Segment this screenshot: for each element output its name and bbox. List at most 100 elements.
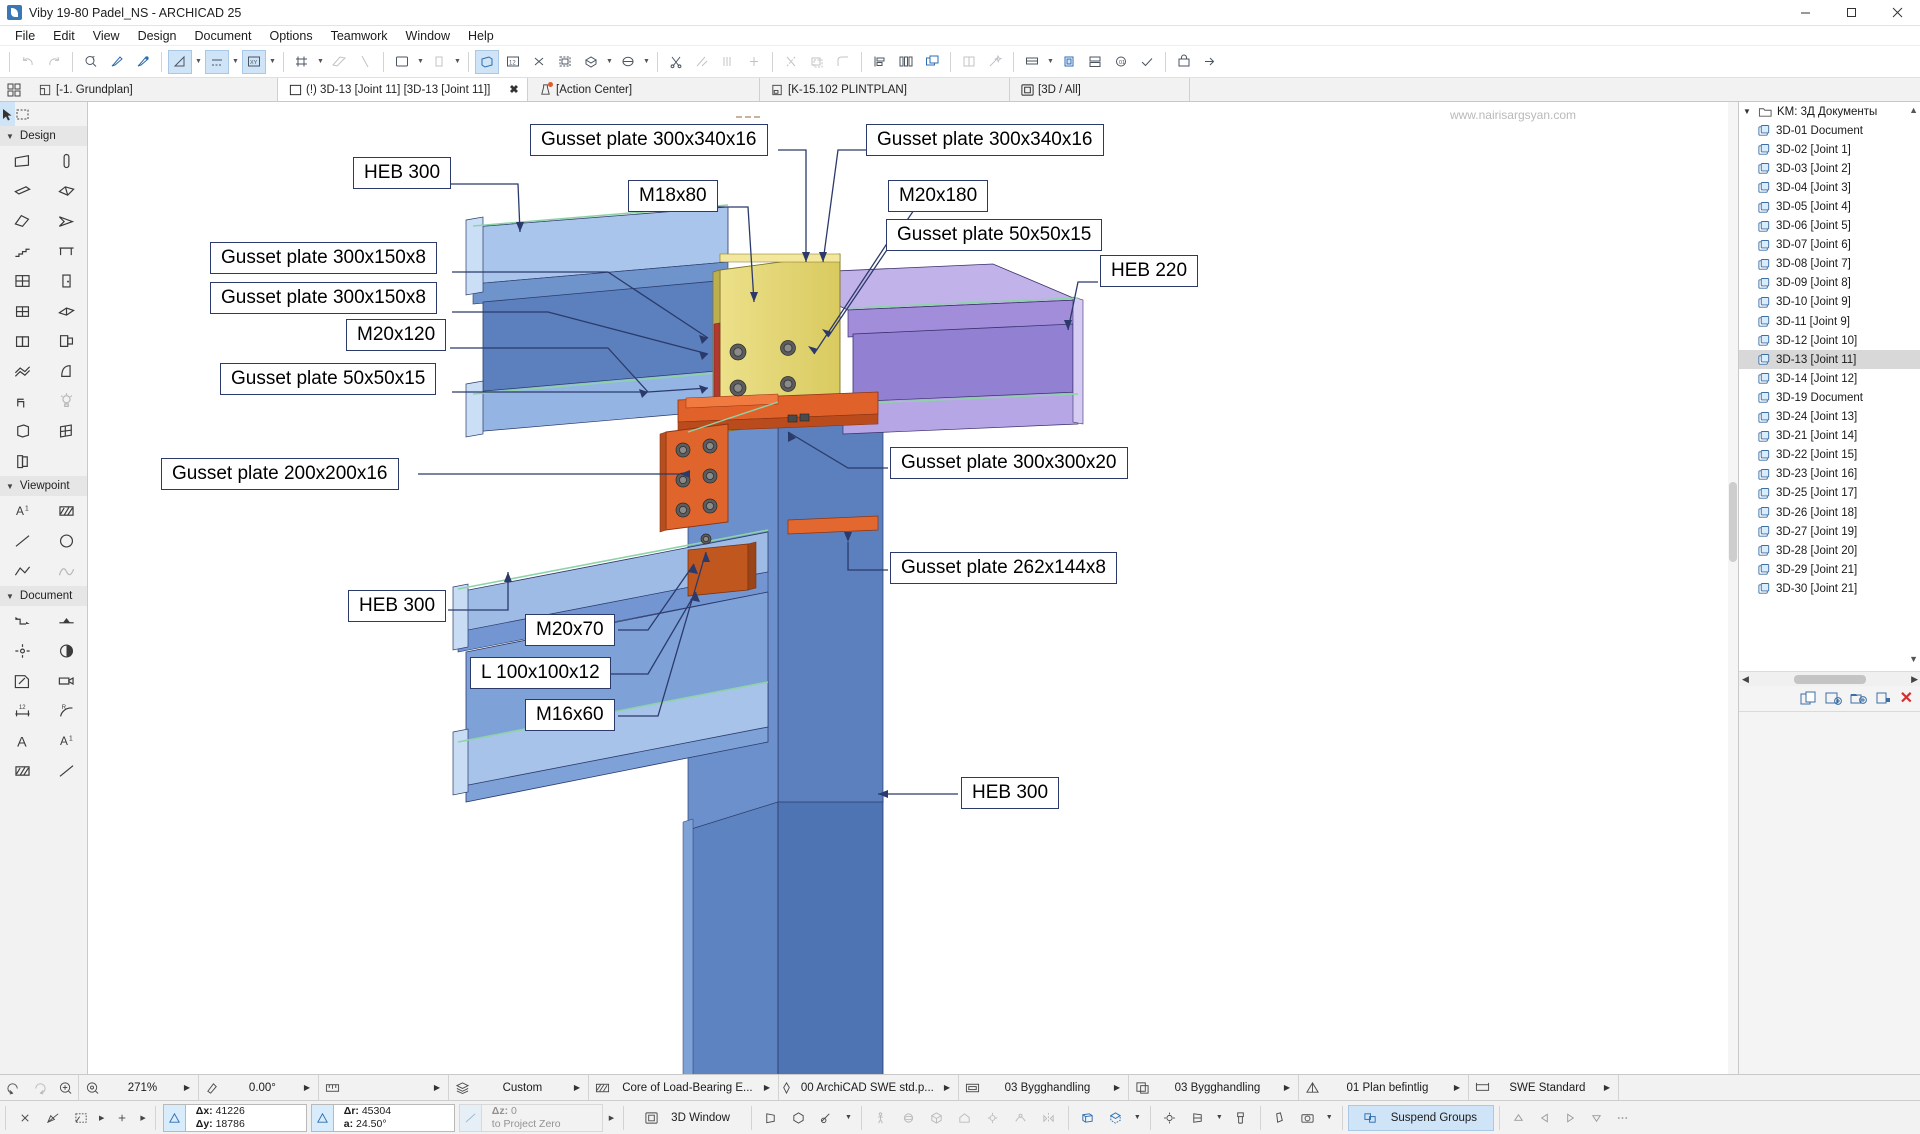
navigator-item[interactable]: 3D-14 [Joint 12]	[1739, 369, 1920, 388]
maximize-button[interactable]	[1828, 0, 1874, 26]
annotation-label[interactable]: Gusset plate 300x300x20	[890, 447, 1128, 479]
menu-item-document[interactable]: Document	[186, 26, 261, 46]
chevron-right-icon[interactable]: ▶	[760, 1083, 778, 1092]
camera-tool-icon[interactable]	[44, 556, 87, 586]
canvas-vertical-scrollbar[interactable]	[1728, 102, 1738, 1074]
wall-tool-icon[interactable]	[0, 146, 44, 176]
navigator-item[interactable]: 3D-26 [Joint 18]	[1739, 503, 1920, 522]
chevron-down-icon[interactable]: ▼	[1130, 1114, 1145, 1121]
clone-folder-icon[interactable]	[1800, 691, 1817, 707]
dimension-tool-icon[interactable]	[0, 606, 44, 636]
annotation-label[interactable]: M16x60	[525, 699, 615, 731]
close-icon[interactable]	[11, 1104, 39, 1132]
shell-tool-icon[interactable]	[44, 206, 87, 236]
orbit-icon[interactable]	[895, 1104, 923, 1132]
check-icon[interactable]	[1135, 50, 1159, 74]
layer-settings-icon[interactable]	[390, 50, 414, 74]
chevron-right-icon[interactable]: ▶	[605, 1114, 618, 1122]
navigator-item[interactable]: 3D-28 [Joint 20]	[1739, 541, 1920, 560]
cut-icon[interactable]	[664, 50, 688, 74]
label-tool-icon[interactable]	[44, 636, 87, 666]
annotation-label[interactable]: Gusset plate 300x340x16	[530, 124, 768, 156]
menu-item-window[interactable]: Window	[397, 26, 459, 46]
spline-tool-icon[interactable]: A	[0, 726, 44, 756]
elevation-tool-icon[interactable]	[44, 496, 87, 526]
statusbar-group-orientation[interactable]: 0.00° ▶	[199, 1074, 319, 1101]
slanted-guide-icon[interactable]	[353, 50, 377, 74]
statusbar-group-scale[interactable]: ▶	[319, 1074, 449, 1101]
navigator-item[interactable]: 3D-11 [Joint 9]	[1739, 312, 1920, 331]
order-icon[interactable]	[920, 50, 944, 74]
navigator-item[interactable]: 3D-27 [Joint 19]	[1739, 522, 1920, 541]
zoom-forward-icon[interactable]	[26, 1077, 52, 1099]
adjust-icon[interactable]	[716, 50, 740, 74]
tree-scroll-down-icon[interactable]: ▼	[1909, 654, 1918, 664]
pick-up-parameters-icon[interactable]	[131, 50, 155, 74]
scroll-right-icon[interactable]: ▶	[1908, 674, 1920, 685]
intersect-icon[interactable]	[742, 50, 766, 74]
camera-path-icon[interactable]	[1007, 1104, 1035, 1132]
skylight-tool-icon[interactable]	[44, 296, 87, 326]
door-tool-icon[interactable]	[44, 266, 87, 296]
statusbar-group-graphic-override[interactable]: 03 Bygghandling ▶	[1129, 1074, 1299, 1101]
menu-item-edit[interactable]: Edit	[44, 26, 84, 46]
interior-elevation-tool-icon[interactable]	[0, 526, 44, 556]
navigator-item[interactable]: 3D-09 [Joint 8]	[1739, 274, 1920, 293]
annotation-label[interactable]: Gusset plate 262x144x8	[890, 552, 1117, 584]
annotation-label[interactable]: HEB 300	[353, 157, 452, 189]
statusbar-group-pen[interactable]: 00 ArchiCAD SWE std.p... ▶	[779, 1074, 959, 1101]
chevron-right-icon[interactable]: ▶	[1450, 1083, 1468, 1092]
element-transfer-icon[interactable]	[579, 50, 603, 74]
radial-dimension-tool-icon[interactable]	[44, 606, 87, 636]
navigator-item[interactable]: 3D-05 [Joint 4]	[1739, 197, 1920, 216]
coordinates-icon[interactable]: XY	[242, 49, 266, 74]
tab-2[interactable]: (!) 3D-13 [Joint 11] [3D-13 [Joint 11]] ✖	[278, 78, 528, 101]
beam-tool-icon[interactable]	[0, 176, 44, 206]
annotation-label[interactable]: M20x70	[525, 614, 615, 646]
hotspot-tool-icon[interactable]: A1	[44, 726, 87, 756]
annotation-label[interactable]: M20x180	[888, 180, 989, 212]
chevron-right-icon[interactable]: ▶	[1280, 1083, 1298, 1092]
3d-cutting-planes-icon[interactable]	[475, 49, 499, 74]
chevron-down-icon[interactable]: ▼	[193, 50, 204, 74]
toolbox-section-document[interactable]: ▼ Document	[0, 586, 87, 606]
grid-tool-icon2[interactable]: 01	[1109, 50, 1133, 74]
navigator-tree[interactable]: ▼ KM: 3Д Документы 3D-01 Document 3D-02 [Jo…	[1739, 102, 1920, 686]
worksheet-tool-icon[interactable]	[44, 526, 87, 556]
detail-tool-icon[interactable]	[0, 556, 44, 586]
explore-icon[interactable]	[867, 1104, 895, 1132]
sun-icon[interactable]	[1156, 1104, 1184, 1132]
clean-icon[interactable]	[1266, 1104, 1294, 1132]
navigator-item[interactable]: 3D-29 [Joint 21]	[1739, 560, 1920, 579]
annotation-label[interactable]: M18x80	[628, 180, 718, 212]
menu-item-file[interactable]: File	[6, 26, 44, 46]
navigator-item[interactable]: 3D-25 [Joint 17]	[1739, 484, 1920, 503]
dimension-12-icon[interactable]: 12	[501, 50, 525, 74]
fill-tool-icon[interactable]	[0, 666, 44, 696]
navigator-item[interactable]: 3D-07 [Joint 6]	[1739, 236, 1920, 255]
menu-item-options[interactable]: Options	[260, 26, 321, 46]
zoom-in-icon[interactable]	[52, 1077, 78, 1099]
scroll-left-icon[interactable]: ◀	[1739, 674, 1752, 685]
figure-tool-icon[interactable]	[0, 756, 44, 786]
curtain-wall-edit-icon[interactable]	[957, 50, 981, 74]
suspend-groups-button[interactable]: Suspend Groups	[1347, 1104, 1495, 1131]
toolbox-section-viewpoint[interactable]: ▼ Viewpoint	[0, 476, 87, 496]
paint-icon[interactable]	[1227, 1104, 1255, 1132]
opening-tool-icon[interactable]	[0, 446, 44, 476]
chevron-down-icon[interactable]: ▼	[315, 50, 326, 74]
navigator-item[interactable]: 3D-19 Document	[1739, 388, 1920, 407]
chevron-right-icon[interactable]: ▶	[180, 1083, 198, 1092]
tab-3[interactable]: [Action Center]	[528, 78, 760, 101]
3d-style-icon[interactable]	[1057, 50, 1081, 74]
grid-tool-icon[interactable]	[44, 416, 87, 446]
menu-item-teamwork[interactable]: Teamwork	[322, 26, 397, 46]
chevron-down-icon[interactable]: ▼	[1743, 107, 1753, 116]
annotation-label[interactable]: M20x120	[346, 319, 447, 351]
roof-tool-icon[interactable]	[0, 206, 44, 236]
hotspot-icon[interactable]	[527, 50, 551, 74]
circle-tool-icon[interactable]: 12	[0, 696, 44, 726]
chevron-right-icon[interactable]: ▶	[1110, 1083, 1128, 1092]
split-icon[interactable]	[779, 50, 803, 74]
snap-icon[interactable]	[39, 1104, 67, 1132]
